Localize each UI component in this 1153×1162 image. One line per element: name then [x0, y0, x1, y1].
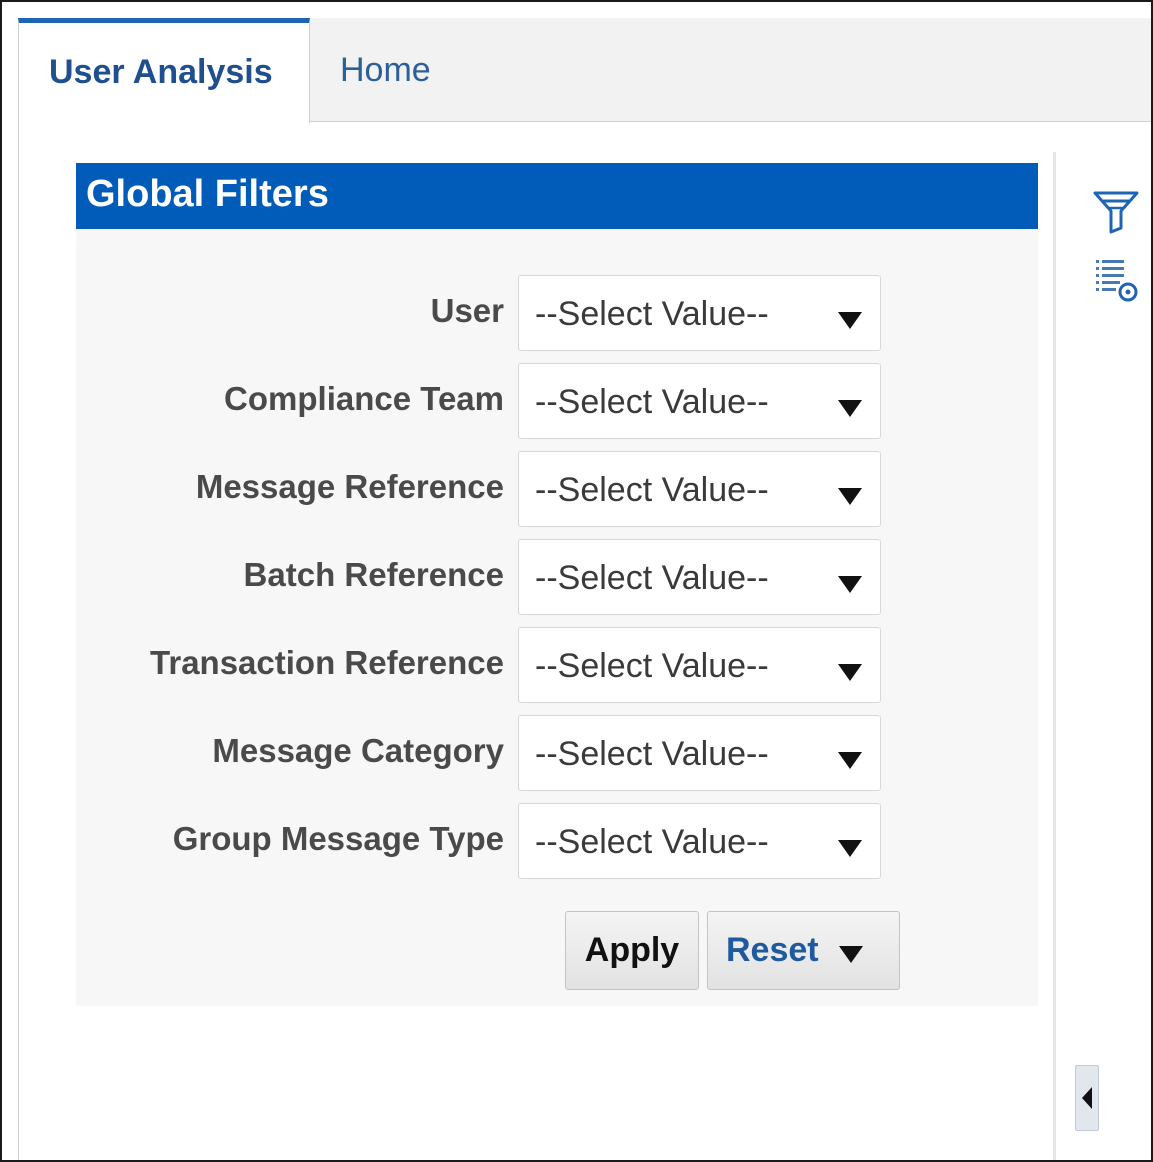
- pane-divider[interactable]: [1053, 152, 1056, 1160]
- select-value: --Select Value--: [535, 735, 769, 773]
- select-value: --Select Value--: [535, 383, 769, 421]
- user-select[interactable]: --Select Value--: [518, 275, 881, 351]
- select-value: --Select Value--: [535, 823, 769, 861]
- dashboard-frame: User Analysis Home Global Filters User -…: [0, 0, 1153, 1162]
- filter-label: Group Message Type: [172, 820, 504, 857]
- dropdown-arrow-icon: [838, 400, 862, 417]
- dropdown-arrow-icon: [838, 576, 862, 593]
- message-reference-select[interactable]: --Select Value--: [518, 451, 881, 527]
- reset-button[interactable]: Reset: [707, 911, 900, 990]
- filter-row-transaction-reference: Transaction Reference --Select Value--: [76, 627, 1038, 703]
- dropdown-arrow-icon: [838, 752, 862, 769]
- chevron-left-icon: [1082, 1087, 1092, 1109]
- dropdown-arrow-icon: [838, 312, 862, 329]
- filter-row-compliance-team: Compliance Team --Select Value--: [76, 363, 1038, 439]
- batch-reference-select[interactable]: --Select Value--: [518, 539, 881, 615]
- filter-row-message-category: Message Category --Select Value--: [76, 715, 1038, 791]
- select-value: --Select Value--: [535, 559, 769, 597]
- filter-row-user: User --Select Value--: [76, 275, 1038, 351]
- filter-label: User: [430, 292, 504, 329]
- group-message-type-select[interactable]: --Select Value--: [518, 803, 881, 879]
- content-border: [18, 122, 19, 1160]
- filter-row-group-message-type: Group Message Type --Select Value--: [76, 803, 1038, 879]
- filter-row-message-reference: Message Reference --Select Value--: [76, 451, 1038, 527]
- global-filters-panel: Global Filters User --Select Value-- Com…: [76, 163, 1038, 1006]
- dropdown-arrow-icon: [838, 488, 862, 505]
- filter-label: Transaction Reference: [150, 644, 504, 681]
- collapse-panel-button[interactable]: [1075, 1065, 1099, 1131]
- select-value: --Select Value--: [535, 647, 769, 685]
- filter-row-batch-reference: Batch Reference --Select Value--: [76, 539, 1038, 615]
- tab-user-analysis[interactable]: User Analysis: [18, 18, 310, 123]
- apply-button[interactable]: Apply: [565, 911, 699, 990]
- filter-label: Compliance Team: [224, 380, 504, 417]
- filter-label: Batch Reference: [243, 556, 504, 593]
- select-value: --Select Value--: [535, 295, 769, 333]
- reset-label: Reset: [726, 931, 819, 969]
- tab-bar: User Analysis Home: [18, 18, 1151, 123]
- chevron-down-icon: [839, 946, 863, 963]
- filter-label: Message Category: [212, 732, 504, 769]
- filter-icon[interactable]: [1092, 188, 1140, 234]
- message-category-select[interactable]: --Select Value--: [518, 715, 881, 791]
- panel-title: Global Filters: [76, 163, 1038, 229]
- compliance-team-select[interactable]: --Select Value--: [518, 363, 881, 439]
- select-value: --Select Value--: [535, 471, 769, 509]
- filter-label: Message Reference: [195, 468, 504, 505]
- tab-home[interactable]: Home: [310, 18, 461, 122]
- dropdown-arrow-icon: [838, 840, 862, 857]
- list-settings-icon[interactable]: [1094, 256, 1140, 304]
- dropdown-arrow-icon: [838, 664, 862, 681]
- transaction-reference-select[interactable]: --Select Value--: [518, 627, 881, 703]
